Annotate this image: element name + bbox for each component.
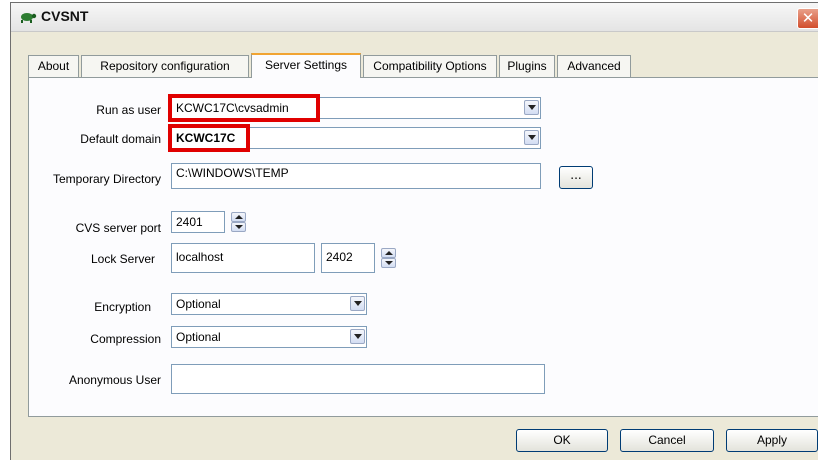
anonymous-user-input[interactable] <box>171 364 545 394</box>
server-port-input[interactable]: 2401 <box>171 211 225 233</box>
chevron-down-icon[interactable] <box>350 329 365 344</box>
tab-advanced[interactable]: Advanced <box>557 55 631 77</box>
server-port-value: 2401 <box>176 215 203 229</box>
ellipsis-icon: ... <box>570 168 582 182</box>
close-icon: ✕ <box>801 9 815 27</box>
chevron-down-icon[interactable] <box>524 130 539 145</box>
tab-about[interactable]: About <box>28 55 79 77</box>
apply-button[interactable]: Apply <box>726 429 818 452</box>
compression-label: Compression <box>90 332 161 346</box>
window-title: CVSNT <box>41 8 89 24</box>
server-port-label: CVS server port <box>75 221 161 235</box>
title-bar: CVSNT ✕ <box>11 3 818 32</box>
anonymous-user-label: Anonymous User <box>68 373 161 387</box>
run-as-user-label: Run as user <box>96 103 161 117</box>
temp-dir-value: C:\WINDOWS\TEMP <box>176 166 289 180</box>
encryption-select[interactable]: Optional <box>171 293 367 315</box>
spin-down-icon[interactable] <box>381 258 396 268</box>
temp-dir-label: Temporary Directory <box>52 172 161 186</box>
ok-button[interactable]: OK <box>516 429 608 452</box>
compression-select[interactable]: Optional <box>171 326 367 348</box>
server-port-spinner[interactable] <box>231 212 246 232</box>
cancel-button[interactable]: Cancel <box>620 429 714 452</box>
lock-server-host-input[interactable]: localhost <box>171 243 315 273</box>
lock-server-port-input[interactable]: 2402 <box>321 243 375 273</box>
tab-server-settings[interactable]: Server Settings <box>251 53 361 78</box>
spin-up-icon[interactable] <box>381 248 396 258</box>
lock-server-port-spinner[interactable] <box>381 248 396 268</box>
lock-server-port-value: 2402 <box>326 250 353 264</box>
highlight-box <box>168 124 250 152</box>
highlight-box <box>168 94 320 122</box>
spin-up-icon[interactable] <box>231 212 246 222</box>
cvsnt-turtle-icon <box>21 13 37 23</box>
tab-repository-configuration[interactable]: Repository configuration <box>81 55 249 77</box>
default-domain-label: Default domain <box>80 132 161 146</box>
spin-down-icon[interactable] <box>231 222 246 232</box>
cvsnt-dialog: CVSNT ✕ About Repository configuration S… <box>10 2 818 460</box>
temp-dir-input[interactable]: C:\WINDOWS\TEMP <box>171 163 541 189</box>
tab-compatibility-options[interactable]: Compatibility Options <box>363 55 497 77</box>
lock-server-label: Lock Server <box>90 252 155 266</box>
lock-server-host-value: localhost <box>176 250 224 264</box>
close-button[interactable]: ✕ <box>797 8 818 29</box>
tab-plugins[interactable]: Plugins <box>499 55 555 77</box>
encryption-value: Optional <box>176 297 221 311</box>
encryption-label: Encryption <box>94 300 151 314</box>
chevron-down-icon[interactable] <box>350 296 365 311</box>
compression-value: Optional <box>176 330 221 344</box>
browse-button[interactable]: ... <box>559 166 593 189</box>
chevron-down-icon[interactable] <box>524 100 539 115</box>
